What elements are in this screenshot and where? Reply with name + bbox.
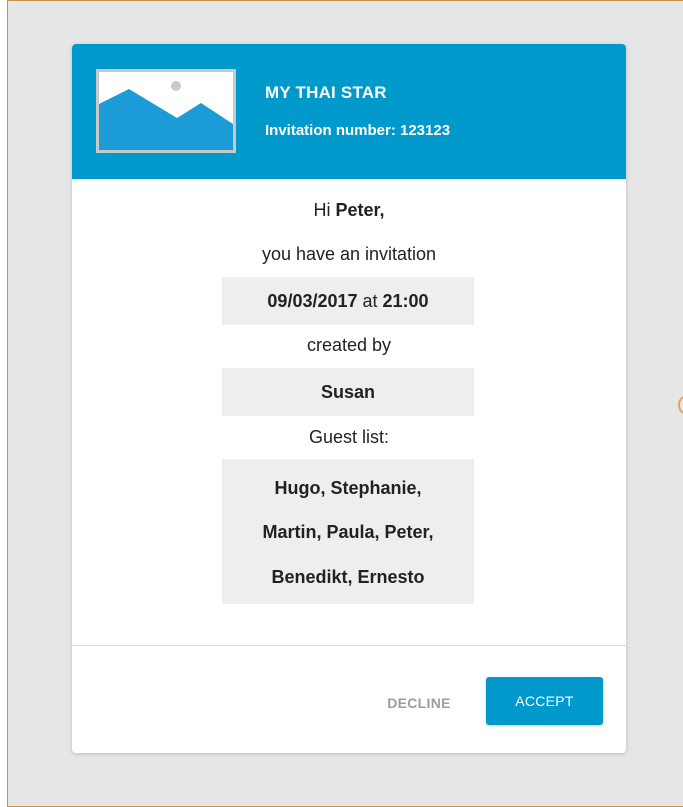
invitation-number: Invitation number: 123123	[265, 122, 451, 139]
guest-list-line: Hugo, Stephanie,	[274, 478, 422, 498]
guest-list-line: Benedikt, Ernesto	[271, 567, 425, 587]
decline-button[interactable]: DECLINE	[369, 685, 469, 721]
accept-button[interactable]: ACCEPT	[486, 677, 603, 725]
date-time-box: 09/03/2017 at 21:00	[222, 277, 474, 325]
guest-list-label: Guest list:	[308, 427, 390, 447]
greeting-prefix: Hi	[313, 200, 336, 220]
invitation-date: 09/03/2017	[267, 291, 358, 311]
invitation-card: MY THAI STAR Invitation number: 123123 H…	[72, 44, 626, 753]
date-time-separator: at	[357, 291, 383, 311]
restaurant-name: MY THAI STAR	[265, 83, 387, 102]
guest-list-line: Martin, Paula, Peter,	[262, 522, 434, 542]
image-placeholder-icon	[96, 69, 236, 153]
creator-name: Susan	[222, 368, 474, 416]
invitation-text: you have an invitation	[261, 244, 437, 264]
created-by-label: created by	[306, 335, 392, 355]
greeting: Hi Peter,	[72, 200, 626, 221]
card-header: MY THAI STAR Invitation number: 123123	[72, 44, 626, 179]
guest-list-box: Hugo, Stephanie, Martin, Paula, Peter, B…	[222, 459, 474, 604]
actions-divider	[72, 645, 626, 646]
guest-name: Peter,	[335, 200, 385, 220]
invitation-time: 21:00	[382, 291, 429, 311]
